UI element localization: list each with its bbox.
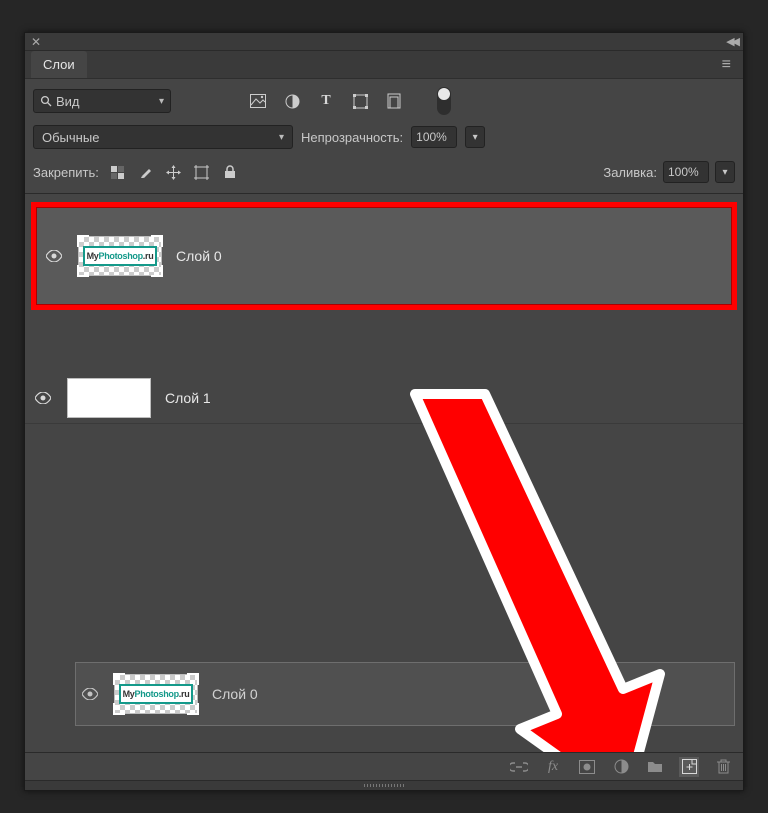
drag-ghost-layer: MyPhotoshop.ru Слой 0 xyxy=(75,662,735,726)
layer-name[interactable]: Слой 0 xyxy=(176,248,222,264)
opacity-input[interactable]: 100% xyxy=(411,126,457,148)
lock-paint-icon[interactable] xyxy=(137,163,155,181)
layer-name: Слой 0 xyxy=(212,686,258,702)
layer-name[interactable]: Слой 1 xyxy=(165,390,211,406)
layers-list: MyPhotoshop.ru Слой 0 Слой 1 xyxy=(25,194,743,752)
lock-all-icon[interactable] xyxy=(221,163,239,181)
blend-mode-row: Обычные ▾ Непрозрачность: 100% ▾ xyxy=(25,121,743,153)
fx-icon[interactable]: fx xyxy=(543,757,563,777)
fill-flyout-icon[interactable]: ▾ xyxy=(715,161,735,183)
lock-artboard-icon[interactable] xyxy=(193,163,211,181)
trash-icon[interactable] xyxy=(713,757,733,777)
type-filter-icon[interactable]: T xyxy=(317,92,335,110)
lock-move-icon[interactable] xyxy=(165,163,183,181)
close-icon[interactable]: ✕ xyxy=(31,35,41,49)
blend-mode-select[interactable]: Обычные ▾ xyxy=(33,125,293,149)
adjustment-filter-icon[interactable] xyxy=(283,92,301,110)
shape-filter-icon[interactable] xyxy=(351,92,369,110)
filter-type-select[interactable]: Вид ▾ xyxy=(33,89,171,113)
drag-ghost-header xyxy=(75,644,735,662)
layer-gap xyxy=(25,310,743,372)
image-filter-icon[interactable] xyxy=(249,92,267,110)
thumbnail-content: MyPhotoshop.ru xyxy=(83,246,157,266)
chevron-down-icon: ▾ xyxy=(279,132,284,143)
lock-row: Закрепить: Заливка: xyxy=(25,153,743,194)
layer-row[interactable]: Слой 1 xyxy=(25,372,743,424)
panel-tabbar: Слои ≡ xyxy=(25,51,743,79)
lock-transparent-icon[interactable] xyxy=(109,163,127,181)
search-icon xyxy=(40,95,52,107)
new-layer-icon[interactable] xyxy=(679,757,699,777)
layer-thumbnail[interactable] xyxy=(67,378,151,418)
layer-thumbnail: MyPhotoshop.ru xyxy=(114,674,198,714)
panel-resize-handle[interactable] xyxy=(25,780,743,790)
fill-label: Заливка: xyxy=(603,165,657,180)
visibility-eye-icon[interactable] xyxy=(46,250,64,262)
group-icon[interactable] xyxy=(645,757,665,777)
visibility-eye-icon[interactable] xyxy=(35,392,53,404)
layer-filter-row: Вид ▾ T xyxy=(25,79,743,121)
filter-toggle[interactable] xyxy=(437,87,451,115)
annotation-highlight: MyPhotoshop.ru Слой 0 xyxy=(31,202,737,310)
grip-icon xyxy=(364,784,404,787)
fill-input[interactable]: 100% xyxy=(663,161,709,183)
blend-mode-label: Обычные xyxy=(42,130,99,145)
layers-footer: fx xyxy=(25,752,743,780)
opacity-label: Непрозрачность: xyxy=(301,130,403,145)
tab-layers[interactable]: Слои xyxy=(31,51,87,78)
opacity-flyout-icon[interactable]: ▾ xyxy=(465,126,485,148)
visibility-eye-icon xyxy=(82,688,100,700)
panel-menu-icon[interactable]: ≡ xyxy=(716,52,737,78)
toggle-dot xyxy=(438,88,450,100)
layers-panel: ✕ ◀◀ Слои ≡ Вид ▾ xyxy=(24,32,744,791)
layer-thumbnail[interactable]: MyPhotoshop.ru xyxy=(78,236,162,276)
chevron-down-icon: ▾ xyxy=(159,96,164,107)
collapse-icon[interactable]: ◀◀ xyxy=(726,35,737,48)
link-icon[interactable] xyxy=(509,757,529,777)
lock-icons xyxy=(109,163,239,181)
mask-icon[interactable] xyxy=(577,757,597,777)
opacity-value: 100% xyxy=(416,130,447,144)
thumbnail-content: MyPhotoshop.ru xyxy=(119,684,193,704)
layer-row[interactable]: MyPhotoshop.ru Слой 0 xyxy=(36,207,732,305)
smartobject-filter-icon[interactable] xyxy=(385,92,403,110)
lock-label: Закрепить: xyxy=(33,165,99,180)
filter-type-label: Вид xyxy=(56,94,80,109)
panel-titlebar: ✕ ◀◀ xyxy=(25,33,743,51)
fill-value: 100% xyxy=(668,165,699,179)
annotation-arrow xyxy=(385,384,665,752)
adjustment-layer-icon[interactable] xyxy=(611,757,631,777)
